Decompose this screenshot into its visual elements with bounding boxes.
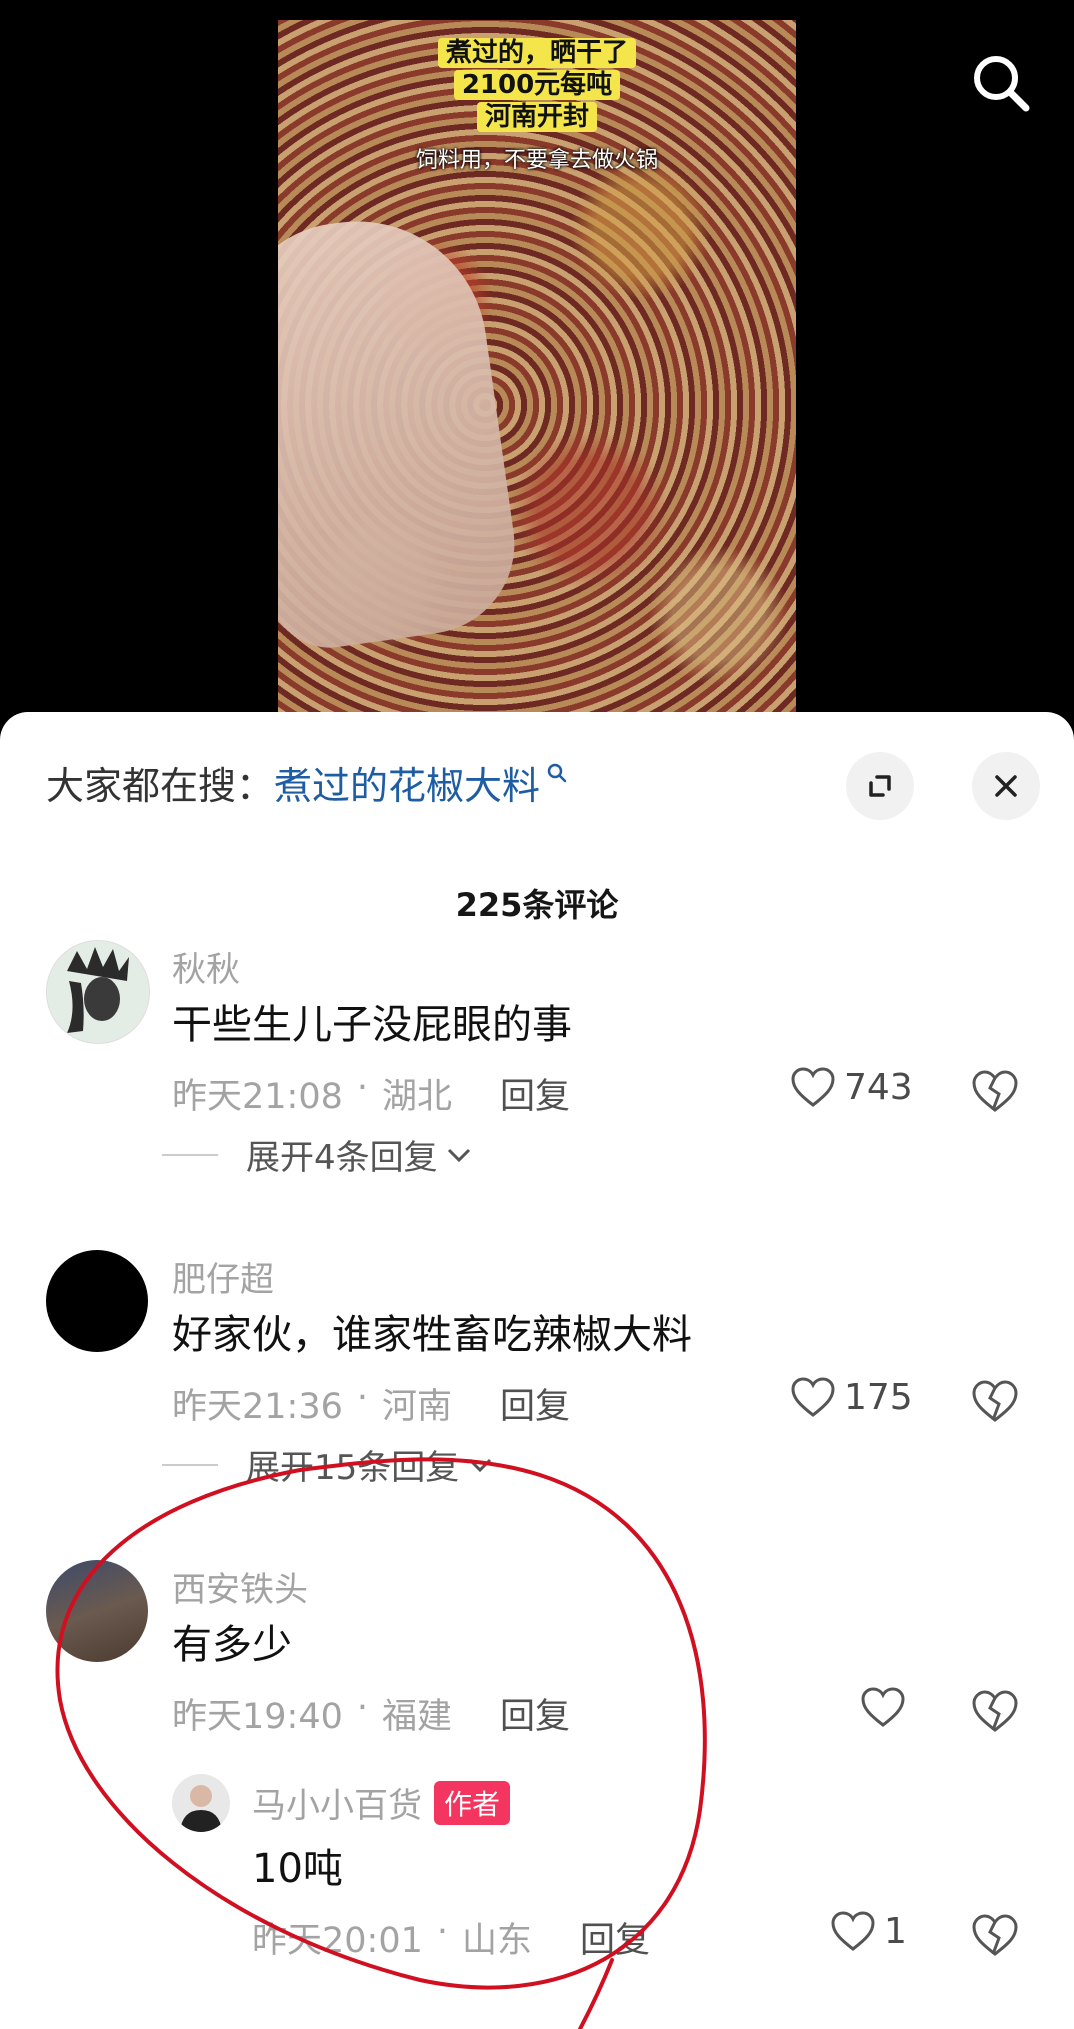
comment-text: 有多少: [172, 1622, 292, 1668]
dislike-icon[interactable]: [970, 1066, 1020, 1116]
reply-meta: 昨天20:01 · 山东 回复: [252, 1912, 651, 1963]
like-button[interactable]: [860, 1686, 906, 1728]
chevron-down-icon: [469, 1458, 492, 1472]
comment-meta: 昨天21:36 · 河南 回复: [172, 1378, 571, 1429]
avatar[interactable]: [46, 940, 150, 1044]
reply-text: 10吨: [252, 1846, 343, 1892]
expand-button[interactable]: [846, 752, 914, 820]
comment-count: 225条评论: [455, 886, 619, 924]
divider: [162, 1153, 218, 1156]
like-count: 1: [884, 1910, 907, 1952]
mini-search-icon: [547, 763, 567, 783]
expand-replies[interactable]: 展开4条回复: [162, 1130, 472, 1179]
reply-button[interactable]: 回复: [500, 1068, 570, 1119]
like-button[interactable]: 175: [790, 1376, 913, 1418]
comment-text: 干些生儿子没屁眼的事: [172, 1002, 572, 1048]
reply-location: 山东: [462, 1921, 533, 1961]
comment-username[interactable]: 秋秋: [172, 942, 240, 991]
chevron-down-icon: [447, 1148, 470, 1162]
author-badge: 作者: [434, 1780, 511, 1825]
reply-button[interactable]: 回复: [580, 1912, 650, 1963]
video-caption-line-2: 2100元每吨: [278, 70, 796, 100]
reply-time: 昨天20:01: [252, 1921, 423, 1961]
heart-icon: [831, 1911, 875, 1951]
comment-time: 昨天21:36: [172, 1387, 343, 1427]
heart-icon: [791, 1067, 835, 1107]
comment-item: 西安铁头 有多少 昨天19:40 · 福建 回复 马小小百货 作者 10吨 昨天…: [0, 1560, 1074, 2020]
hand-image: [278, 204, 527, 656]
comment-username[interactable]: 肥仔超: [172, 1252, 274, 1301]
heart-icon: [861, 1687, 905, 1727]
reply-button[interactable]: 回复: [500, 1688, 570, 1739]
comment-location: 福建: [382, 1697, 453, 1737]
avatar[interactable]: [46, 1560, 148, 1662]
avatar-chief-icon: [48, 942, 148, 1042]
comment-item: 秋秋 干些生儿子没屁眼的事 昨天21:08 · 湖北 回复 743 展开4条回复: [0, 940, 1074, 1190]
comment-location: 湖北: [382, 1077, 453, 1117]
close-button[interactable]: [972, 752, 1040, 820]
avatar[interactable]: [46, 1250, 148, 1352]
reply-avatar[interactable]: [172, 1774, 230, 1832]
heart-icon: [791, 1377, 835, 1417]
comment-location: 河南: [382, 1387, 453, 1427]
divider: [162, 1463, 218, 1466]
comment-item: 肥仔超 好家伙，谁家牲畜吃辣椒大料 昨天21:36 · 河南 回复 175 展开…: [0, 1250, 1074, 1500]
expand-icon: [869, 775, 891, 797]
comment-meta: 昨天21:08 · 湖北 回复: [172, 1068, 571, 1119]
close-icon: [995, 775, 1017, 797]
video-caption-subtitle: 饲料用，不要拿去做火锅: [415, 148, 658, 173]
comment-meta: 昨天19:40 · 福建 回复: [172, 1688, 571, 1739]
comment-text: 好家伙，谁家牲畜吃辣椒大料: [172, 1312, 692, 1358]
expand-replies[interactable]: 展开15条回复: [162, 1440, 493, 1489]
hot-search-bar[interactable]: 大家都在搜： 煮过的花椒大料: [46, 752, 568, 812]
video-caption-line-3: 河南开封: [278, 102, 796, 132]
reply-button[interactable]: 回复: [500, 1378, 570, 1429]
dislike-icon[interactable]: [970, 1686, 1020, 1736]
comment-sheet: 大家都在搜： 煮过的花椒大料 225条评论 秋秋 干些生儿子没屁眼的事 昨天21…: [0, 712, 1074, 2029]
avatar-person-icon: [180, 1785, 222, 1832]
video-caption-line-1: 煮过的，晒干了: [278, 38, 796, 68]
video-frame: 煮过的，晒干了 2100元每吨 河南开封 饲料用，不要拿去做火锅: [278, 20, 796, 720]
video-player[interactable]: 煮过的，晒干了 2100元每吨 河南开封 饲料用，不要拿去做火锅: [0, 0, 1074, 720]
reply-username-row: 马小小百货 作者: [252, 1778, 511, 1827]
like-count: 743: [844, 1066, 913, 1108]
hot-search-term[interactable]: 煮过的花椒大料: [274, 755, 540, 810]
dislike-icon[interactable]: [970, 1376, 1020, 1426]
comment-username[interactable]: 西安铁头: [172, 1562, 308, 1611]
comment-time: 昨天21:08: [172, 1077, 343, 1117]
like-button[interactable]: 1: [830, 1910, 907, 1952]
like-button[interactable]: 743: [790, 1066, 913, 1108]
reply-username[interactable]: 马小小百货: [252, 1778, 422, 1827]
search-icon[interactable]: [968, 50, 1034, 116]
like-count: 175: [844, 1376, 913, 1418]
hot-search-label: 大家都在搜：: [46, 763, 275, 808]
dislike-icon[interactable]: [970, 1910, 1020, 1960]
comment-time: 昨天19:40: [172, 1697, 343, 1737]
